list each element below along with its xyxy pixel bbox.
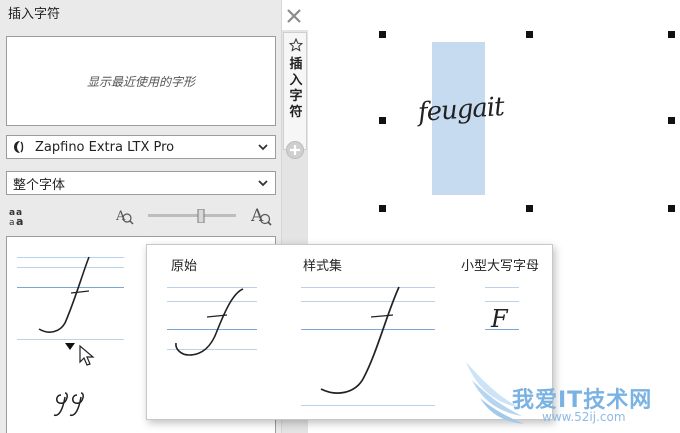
alternate-original[interactable] [167,283,257,363]
selection-handle[interactable] [526,31,533,38]
guide-line [485,301,519,302]
glyph-f-stylistic [320,286,400,394]
column-header-stylistic-set: 样式集 [303,259,343,274]
font-dropdown-value: Zapfino Extra LTX Pro [35,139,175,155]
font-dropdown[interactable]: Zapfino Extra LTX Pro [6,135,276,159]
plus-circle-icon[interactable] [285,140,305,160]
selection-handle[interactable] [668,117,675,124]
alternate-small-caps[interactable]: F [485,283,519,343]
selection-handle[interactable] [668,31,675,38]
caret-down-icon[interactable] [65,343,75,351]
selection-handle[interactable] [379,31,386,38]
svg-text:a: a [16,215,23,227]
alternate-stylistic-set[interactable] [301,283,435,411]
close-icon[interactable] [284,6,304,26]
glyph-toolbar: a a a a A A [6,200,276,230]
glyph-gg[interactable] [51,385,91,421]
recent-glyphs-placeholder: 显示最近使用的字形 [86,74,195,89]
glyph-f-original [175,288,244,356]
mouse-pointer-icon [79,344,95,366]
artistic-text-object[interactable]: feugait [417,92,505,128]
selection-handle[interactable] [526,205,533,212]
tab-insert-character[interactable]: 插入字符 [283,32,307,150]
selection-handle[interactable] [379,117,386,124]
font-size-icon[interactable]: a a a a [8,205,30,227]
svg-text:a: a [9,208,15,218]
column-header-small-caps: 小型大写字母 [461,259,540,274]
site-watermark: 我爱IT技术网 www.52ij.com [462,356,680,433]
star-icon [289,38,303,52]
chevron-down-icon[interactable] [256,140,270,154]
zoom-in-icon[interactable]: A [250,204,272,226]
guide-line [17,339,124,340]
zoom-out-icon[interactable]: A [114,205,134,225]
watermark-url: www.52ij.com [542,410,626,424]
chevron-down-icon[interactable] [256,176,270,190]
glyph-f[interactable] [27,255,97,335]
recent-glyphs-area[interactable]: 显示最近使用的字形 [6,36,276,126]
glyph-small-cap-f: F [491,305,508,333]
tab-label: 插入字符 [289,57,303,120]
selection-handle[interactable] [668,205,675,212]
glyph-zoom-slider[interactable] [148,209,236,223]
column-header-original: 原始 [171,259,198,274]
character-range-dropdown[interactable]: 整个字体 [6,171,276,195]
guide-line [485,287,519,288]
opentype-font-icon [14,141,24,153]
docker-title: 插入字符 [8,7,61,22]
range-dropdown-value: 整个字体 [13,177,66,193]
selection-handle[interactable] [379,205,386,212]
svg-text:a: a [9,218,15,227]
